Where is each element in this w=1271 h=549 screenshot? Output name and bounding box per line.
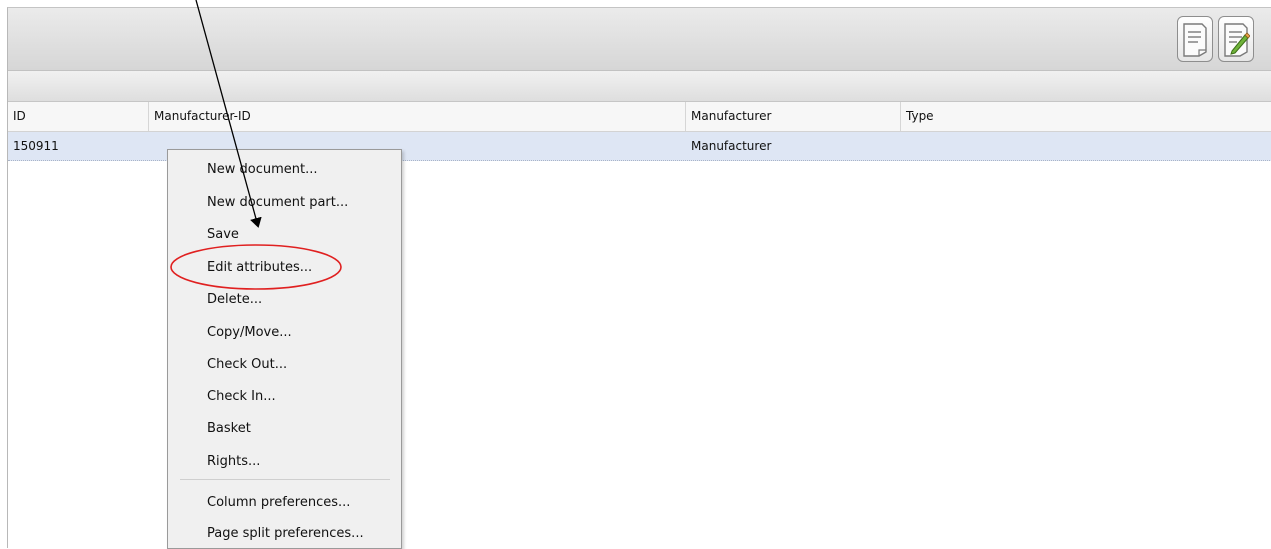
cell-id: 150911 xyxy=(13,139,59,153)
menu-item-save[interactable]: Save xyxy=(168,220,401,250)
menu-item-column-preferences[interactable]: Column preferences... xyxy=(168,488,401,518)
column-header-type[interactable]: Type xyxy=(901,102,1271,131)
menu-item-rights[interactable]: Rights... xyxy=(168,447,401,477)
column-header-id[interactable]: ID xyxy=(8,102,149,131)
menu-item-new-document[interactable]: New document... xyxy=(168,155,401,185)
sub-toolbar xyxy=(8,71,1271,102)
cell-type xyxy=(901,132,1271,160)
edit-document-button[interactable] xyxy=(1218,16,1254,62)
table-header: ID Manufacturer-ID Manufacturer Type xyxy=(8,102,1271,132)
menu-item-new-document-part[interactable]: New document part... xyxy=(168,188,401,218)
menu-item-check-out[interactable]: Check Out... xyxy=(168,350,401,380)
document-button[interactable] xyxy=(1177,16,1213,62)
toolbar xyxy=(8,8,1271,71)
menu-item-page-split-preferences[interactable]: Page split preferences... xyxy=(168,519,401,549)
menu-item-copy-move[interactable]: Copy/Move... xyxy=(168,318,401,348)
edit-document-icon xyxy=(1224,23,1250,57)
menu-item-edit-attributes[interactable]: Edit attributes... xyxy=(168,253,401,283)
column-header-manufacturer[interactable]: Manufacturer xyxy=(686,102,901,131)
column-header-manufacturer-id[interactable]: Manufacturer-ID xyxy=(149,102,686,131)
document-icon xyxy=(1183,23,1207,57)
context-menu: New document... New document part... Sav… xyxy=(167,149,402,549)
menu-item-check-in[interactable]: Check In... xyxy=(168,382,401,412)
cell-manufacturer: Manufacturer xyxy=(691,139,772,153)
menu-separator xyxy=(180,479,390,480)
menu-item-delete[interactable]: Delete... xyxy=(168,285,401,315)
menu-item-basket[interactable]: Basket xyxy=(168,414,401,444)
